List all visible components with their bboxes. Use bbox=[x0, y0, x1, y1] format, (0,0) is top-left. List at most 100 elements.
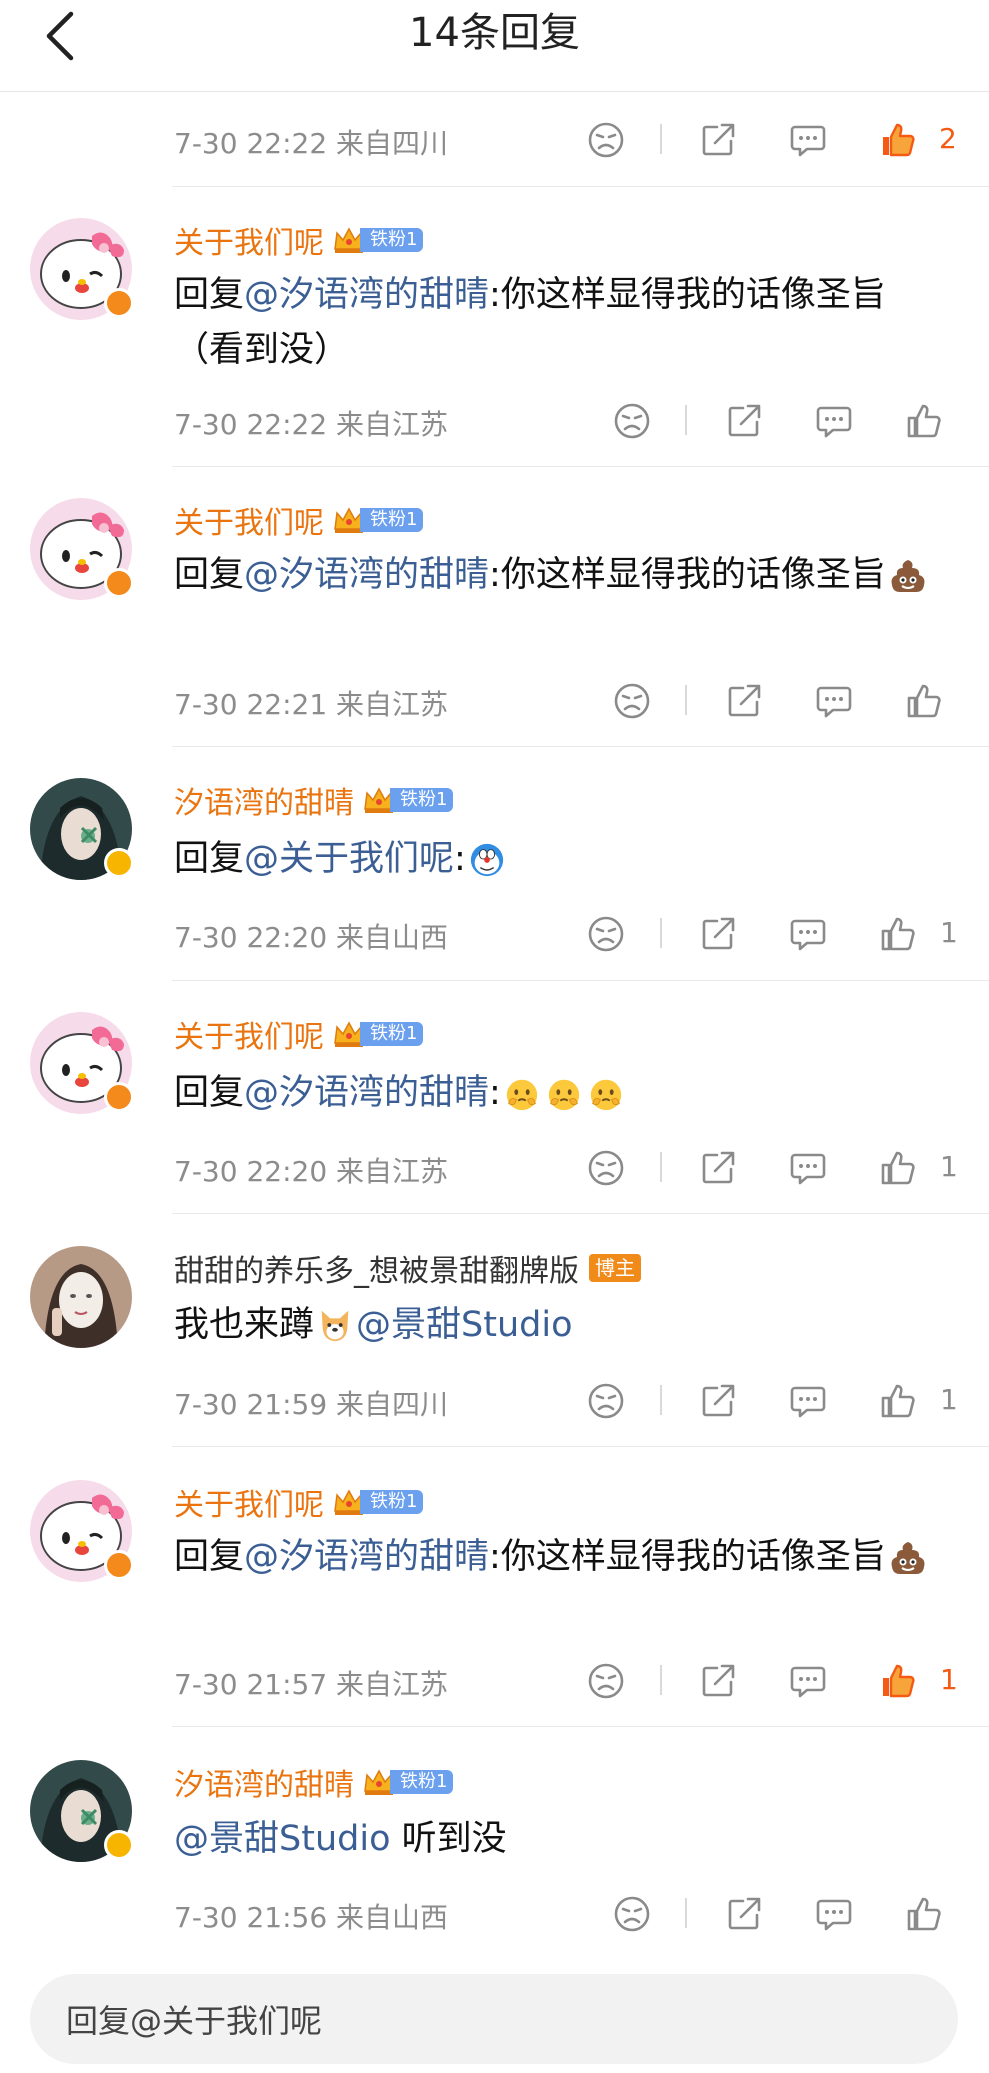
page-title: 14条回复 bbox=[409, 10, 580, 56]
dislike-face-icon[interactable] bbox=[610, 399, 654, 443]
thumbs-up-icon[interactable] bbox=[876, 1659, 920, 1703]
share-icon[interactable] bbox=[722, 679, 766, 723]
comment-header: 关于我们呢 铁粉1 bbox=[174, 498, 424, 542]
thumbs-up-icon[interactable] bbox=[876, 1146, 920, 1190]
share-icon[interactable] bbox=[722, 399, 766, 443]
comment-header: 关于我们呢 铁粉1 bbox=[174, 1012, 424, 1056]
thumbs-up-icon[interactable] bbox=[876, 1379, 920, 1423]
thumbs-up-icon[interactable] bbox=[876, 912, 920, 956]
avatar-overlay bbox=[30, 1012, 134, 1114]
comment-meta-row: 7-30 21:56 来自山西 bbox=[174, 1888, 989, 1940]
comment-text: 回复@汐语湾的甜晴: bbox=[174, 1066, 954, 1121]
mention-link[interactable]: @汐语湾的甜晴 bbox=[244, 275, 489, 315]
comment-text: 我也来蹲 @景甜Studio bbox=[174, 1298, 954, 1353]
username[interactable]: 关于我们呢 bbox=[174, 1480, 324, 1524]
dislike-face-icon[interactable] bbox=[584, 912, 628, 956]
comment-time: 7-30 21:59 来自四川 bbox=[174, 1388, 449, 1421]
divider bbox=[172, 466, 989, 467]
comment-icon[interactable] bbox=[786, 1146, 830, 1190]
blush-emoji-icon bbox=[503, 1075, 541, 1113]
poop-emoji-icon bbox=[888, 1538, 928, 1578]
thumbs-up-icon[interactable] bbox=[902, 1892, 946, 1936]
mention-link[interactable]: @景甜Studio bbox=[174, 1819, 390, 1859]
comment-icon[interactable] bbox=[786, 118, 830, 162]
fan-badge: 铁粉1 bbox=[332, 505, 424, 535]
divider-line bbox=[660, 1385, 662, 1415]
reply-prefix: 回复 bbox=[174, 275, 245, 315]
fan-badge: 铁粉1 bbox=[332, 1019, 424, 1049]
like-count: 1 bbox=[940, 1150, 958, 1183]
divider bbox=[172, 1726, 989, 1727]
comment-time: 7-30 21:56 来自山西 bbox=[174, 1901, 449, 1934]
avatar[interactable] bbox=[30, 1246, 132, 1348]
fan-badge-label: 铁粉1 bbox=[390, 1770, 454, 1794]
comment-text: 回复@汐语湾的甜晴:你这样显得我的话像圣旨 bbox=[174, 548, 954, 603]
dislike-face-icon[interactable] bbox=[584, 1379, 628, 1423]
comment-icon[interactable] bbox=[812, 399, 856, 443]
comment-icon[interactable] bbox=[786, 1659, 830, 1703]
comment-meta-row: 7-30 22:22 来自江苏 bbox=[174, 395, 989, 447]
mention-link[interactable]: @关于我们呢 bbox=[244, 839, 454, 879]
thumbs-up-icon[interactable] bbox=[902, 399, 946, 443]
comment-body: 我也来蹲 bbox=[174, 1305, 315, 1345]
blush-emoji-icon bbox=[545, 1075, 583, 1113]
comment-time: 7-30 22:20 来自山西 bbox=[174, 921, 449, 954]
divider bbox=[172, 980, 989, 981]
username[interactable]: 甜甜的养乐多_想被景甜翻牌版 bbox=[174, 1246, 579, 1290]
username[interactable]: 关于我们呢 bbox=[174, 498, 324, 542]
dislike-face-icon[interactable] bbox=[584, 1659, 628, 1703]
dislike-face-icon[interactable] bbox=[610, 1892, 654, 1936]
thumbs-up-icon[interactable] bbox=[902, 679, 946, 723]
divider-line bbox=[660, 1152, 662, 1182]
comment-icon[interactable] bbox=[786, 1379, 830, 1423]
like-count: 2 bbox=[939, 122, 957, 155]
fan-badge-label: 铁粉1 bbox=[360, 1022, 424, 1046]
fan-badge: 铁粉1 bbox=[332, 1487, 424, 1517]
comment-time: 7-30 21:57 来自江苏 bbox=[174, 1668, 449, 1701]
divider-line bbox=[685, 1898, 687, 1928]
dislike-face-icon[interactable] bbox=[584, 118, 628, 162]
comment-header: 关于我们呢 铁粉1 bbox=[174, 218, 424, 262]
username[interactable]: 汐语湾的甜晴 bbox=[174, 1760, 354, 1804]
comment-header: 甜甜的养乐多_想被景甜翻牌版 博主 bbox=[174, 1246, 641, 1290]
mention-link[interactable]: @汐语湾的甜晴 bbox=[244, 555, 489, 595]
share-icon[interactable] bbox=[696, 1146, 740, 1190]
verified-badge-icon bbox=[104, 1830, 134, 1860]
comment-text: 回复@汐语湾的甜晴:你这样显得我的话像圣旨 bbox=[174, 1530, 954, 1585]
avatar-overlay bbox=[30, 1760, 134, 1862]
blush-emoji-icon bbox=[587, 1075, 625, 1113]
username[interactable]: 关于我们呢 bbox=[174, 218, 324, 262]
comment-icon[interactable] bbox=[812, 1892, 856, 1936]
comment-body: :你这样显得我的话像圣旨 bbox=[489, 1537, 886, 1577]
share-icon[interactable] bbox=[696, 1659, 740, 1703]
comment-body: : bbox=[489, 1073, 501, 1113]
share-icon[interactable] bbox=[696, 912, 740, 956]
dislike-face-icon[interactable] bbox=[584, 1146, 628, 1190]
reply-input[interactable]: 回复@关于我们呢 bbox=[30, 1974, 958, 2064]
comment-body: 听到没 bbox=[390, 1819, 507, 1859]
poop-emoji-icon bbox=[888, 556, 928, 596]
comment-text: 回复@关于我们呢: bbox=[174, 832, 954, 887]
mention-link[interactable]: @汐语湾的甜晴 bbox=[244, 1537, 489, 1577]
like-count: 1 bbox=[940, 916, 958, 949]
share-icon[interactable] bbox=[722, 1892, 766, 1936]
mention-link[interactable]: @汐语湾的甜晴 bbox=[244, 1073, 489, 1113]
dislike-face-icon[interactable] bbox=[610, 679, 654, 723]
share-icon[interactable] bbox=[696, 1379, 740, 1423]
divider bbox=[172, 746, 989, 747]
divider bbox=[172, 1446, 989, 1447]
divider-line bbox=[660, 124, 662, 154]
reply-prefix: 回复 bbox=[174, 1073, 245, 1113]
username[interactable]: 汐语湾的甜晴 bbox=[174, 778, 354, 822]
reply-prefix: 回复 bbox=[174, 1537, 245, 1577]
verified-badge-icon bbox=[104, 288, 134, 318]
fan-badge: 铁粉1 bbox=[332, 225, 424, 255]
share-icon[interactable] bbox=[696, 118, 740, 162]
thumbs-up-icon[interactable] bbox=[876, 118, 920, 162]
divider bbox=[172, 1213, 989, 1214]
username[interactable]: 关于我们呢 bbox=[174, 1012, 324, 1056]
comment-icon[interactable] bbox=[812, 679, 856, 723]
comment-icon[interactable] bbox=[786, 912, 830, 956]
comment-meta-row: 7-30 22:22 来自四川 2 bbox=[174, 114, 989, 166]
mention-link[interactable]: @景甜Studio bbox=[356, 1305, 572, 1345]
